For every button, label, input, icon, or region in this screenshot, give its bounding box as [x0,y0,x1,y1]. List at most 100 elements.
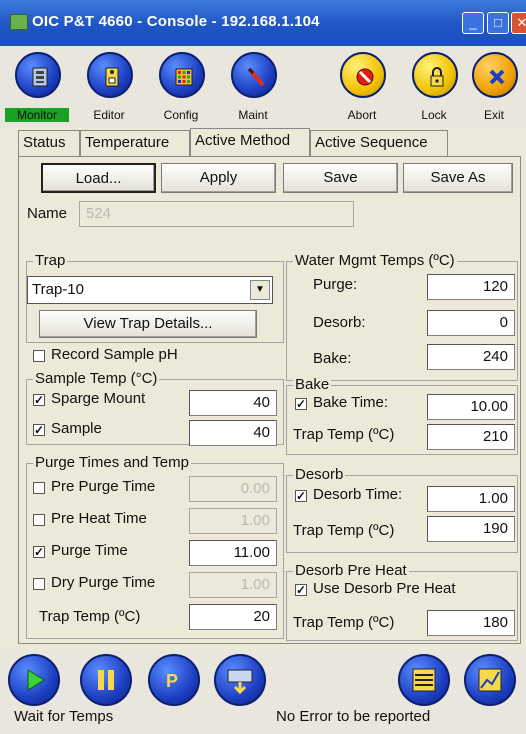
chevron-down-icon[interactable]: ▼ [250,280,270,300]
purge-time-checkbox[interactable]: ✓ [33,546,45,558]
p-button[interactable]: P [148,654,200,706]
water-bake-label: Bake: [313,350,352,367]
save-button[interactable]: Save [283,163,398,193]
sparge-mount-checkbox[interactable]: ✓ [33,394,45,406]
bake-trap-temp-field[interactable]: 210 [427,424,515,450]
chart-button[interactable] [464,654,516,706]
sample-field[interactable]: 40 [189,420,277,446]
use-desorb-preheat-checkbox[interactable]: ✓ [295,584,307,596]
lock-button[interactable]: Lock [402,52,466,126]
pre-purge-label: Pre Purge Time [51,478,156,495]
svg-text:P: P [166,671,178,691]
pause-icon [98,670,114,690]
trap-select[interactable]: Trap-10 ▼ [27,276,273,304]
status-right: No Error to be reported [276,708,431,725]
bottom-bar: P Wait for Temps No Error to be reported [0,650,526,734]
sparge-mount-label: Sparge Mount [51,390,146,407]
purge-time-label: Purge Time [51,542,128,559]
exit-button[interactable]: Exit [462,52,526,126]
desorb-trap-temp-field[interactable]: 190 [427,516,515,542]
pause-button[interactable] [80,654,132,706]
sample-label: Sample [51,420,102,437]
tab-status[interactable]: Status [18,130,80,156]
name-label: Name [27,205,68,222]
preheat-trap-temp-label: Trap Temp (ºC) [293,614,395,631]
monitor-button[interactable]: Monitor [5,52,69,126]
purge-trap-temp-label: Trap Temp (ºC) [39,608,141,625]
tab-active-method[interactable]: Active Method [190,128,310,157]
purge-time-field[interactable]: 11.00 [189,540,277,566]
water-purge-field[interactable]: 120 [427,274,515,300]
preheat-trap-temp-field[interactable]: 180 [427,610,515,636]
play-icon [27,669,45,691]
p-letter-icon: P [166,671,178,691]
bake-time-field[interactable]: 10.00 [427,394,515,420]
desorb-time-field[interactable]: 1.00 [427,486,515,512]
chart-icon [478,668,502,692]
close-button[interactable]: ✕ [511,12,526,34]
desorb-time-checkbox[interactable]: ✓ [295,490,307,502]
dry-purge-field[interactable]: 1.00 [189,572,277,598]
minimize-button[interactable]: _ [462,12,484,34]
trap-title: Trap [33,252,68,269]
active-method-panel: Load... Apply Save Save As Name 524 Trap… [18,156,521,644]
config-button[interactable]: Config [149,52,213,126]
sample-checkbox[interactable]: ✓ [33,424,45,436]
status-left: Wait for Temps [14,708,114,725]
load-button[interactable]: Load... [41,163,156,193]
editor-icon [105,67,119,87]
maint-button[interactable]: Maint [221,52,285,126]
purge-title: Purge Times and Temp [33,454,191,471]
dry-purge-label: Dry Purge Time [51,574,156,591]
lock-icon [430,67,444,87]
trap-group: Trap Trap-10 ▼ View Trap Details... [26,252,284,343]
window-title: OIC P&T 4660 - Console - 192.168.1.104 [32,13,320,30]
maximize-button[interactable]: □ [487,12,509,34]
exit-label: Exit [483,108,504,122]
screwdriver-icon [247,67,265,87]
lock-label: Lock [421,108,447,122]
sample-temp-title: Sample Temp (°C) [33,370,160,387]
pre-heat-checkbox[interactable] [33,514,45,526]
list-icon [412,668,436,692]
record-ph-label: Record Sample pH [51,346,178,363]
pre-purge-checkbox[interactable] [33,482,45,494]
water-desorb-label: Desorb: [313,314,366,331]
name-field[interactable]: 524 [79,201,354,227]
config-icon [175,68,193,86]
water-desorb-field[interactable]: 0 [427,310,515,336]
close-x-icon [489,69,505,85]
water-mgmt-title: Water Mgmt Temps (ºC) [293,252,457,269]
tab-active-sequence[interactable]: Active Sequence [310,130,448,156]
editor-button[interactable]: Editor [77,52,141,126]
list-button[interactable] [398,654,450,706]
desorb-group: Desorb ✓ Desorb Time: 1.00 Trap Temp (ºC… [286,466,518,553]
record-ph-checkbox[interactable] [33,350,45,362]
desorb-trap-temp-label: Trap Temp (ºC) [293,522,395,539]
transfer-button[interactable] [214,654,266,706]
sparge-mount-field[interactable]: 40 [189,390,277,416]
save-as-button[interactable]: Save As [403,163,513,193]
purge-trap-temp-field[interactable]: 20 [189,604,277,630]
apply-button[interactable]: Apply [161,163,276,193]
desorb-preheat-group: Desorb Pre Heat ✓ Use Desorb Pre Heat Tr… [286,562,518,641]
abort-button[interactable]: Abort [330,52,394,126]
bake-time-label: Bake Time: [313,394,389,411]
dry-purge-checkbox[interactable] [33,578,45,590]
bake-group: Bake ✓ Bake Time: 10.00 Trap Temp (ºC) 2… [286,376,518,455]
bake-time-checkbox[interactable]: ✓ [295,398,307,410]
water-purge-label: Purge: [313,276,358,293]
trap-select-value: Trap-10 [32,281,84,298]
water-mgmt-group: Water Mgmt Temps (ºC) Purge: 120 Desorb:… [286,252,518,381]
desorb-title: Desorb [293,466,346,483]
tab-temperature[interactable]: Temperature [80,130,190,156]
water-bake-field[interactable]: 240 [427,344,515,370]
transfer-icon [227,669,253,695]
view-trap-details-button[interactable]: View Trap Details... [39,310,257,338]
start-button[interactable] [8,654,60,706]
title-bar: OIC P&T 4660 - Console - 192.168.1.104 _… [0,0,526,46]
desorb-preheat-title: Desorb Pre Heat [293,562,409,579]
pre-purge-field[interactable]: 0.00 [189,476,277,502]
desorb-time-label: Desorb Time: [313,486,403,503]
pre-heat-field[interactable]: 1.00 [189,508,277,534]
